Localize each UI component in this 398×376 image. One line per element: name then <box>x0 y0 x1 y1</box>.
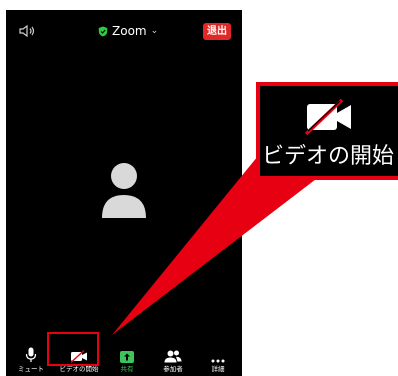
more-button[interactable]: 詳細 <box>198 342 238 376</box>
callout-label: ビデオの開始 <box>262 144 395 169</box>
more-label: 詳細 <box>211 365 225 373</box>
mute-button[interactable]: ミュート <box>11 342 51 376</box>
speaker-icon[interactable] <box>19 24 35 38</box>
leave-button[interactable]: 退出 <box>203 23 231 40</box>
participants-label: 参加者 <box>163 365 183 373</box>
participants-icon <box>164 350 182 363</box>
microphone-icon <box>25 347 37 362</box>
participants-button[interactable]: 参加者 <box>153 342 193 376</box>
shield-icon <box>98 26 108 36</box>
video-off-icon <box>304 98 351 136</box>
start-video-label: ビデオの開始 <box>59 365 99 373</box>
more-icon <box>211 359 225 363</box>
start-video-highlight-box <box>47 332 99 366</box>
chevron-down-icon: ⌄ <box>150 26 159 36</box>
avatar-icon <box>102 163 146 218</box>
zoomed-callout: ビデオの開始 <box>256 82 398 180</box>
share-label: 共有 <box>120 365 134 373</box>
share-screen-icon <box>120 351 134 363</box>
meeting-title[interactable]: Zoom ⌄ <box>98 23 158 39</box>
mute-label: ミュート <box>18 365 44 373</box>
bottom-toolbar: ミュート ビデオの開始 共有 参加者 詳細 <box>6 342 242 376</box>
share-button[interactable]: 共有 <box>107 342 147 376</box>
zoom-meeting-screen: Zoom ⌄ 退出 ミュート ビデオの開始 共有 参加者 詳細 <box>6 10 242 376</box>
meeting-title-text: Zoom <box>112 24 147 38</box>
top-bar: Zoom ⌄ 退出 <box>6 10 242 50</box>
